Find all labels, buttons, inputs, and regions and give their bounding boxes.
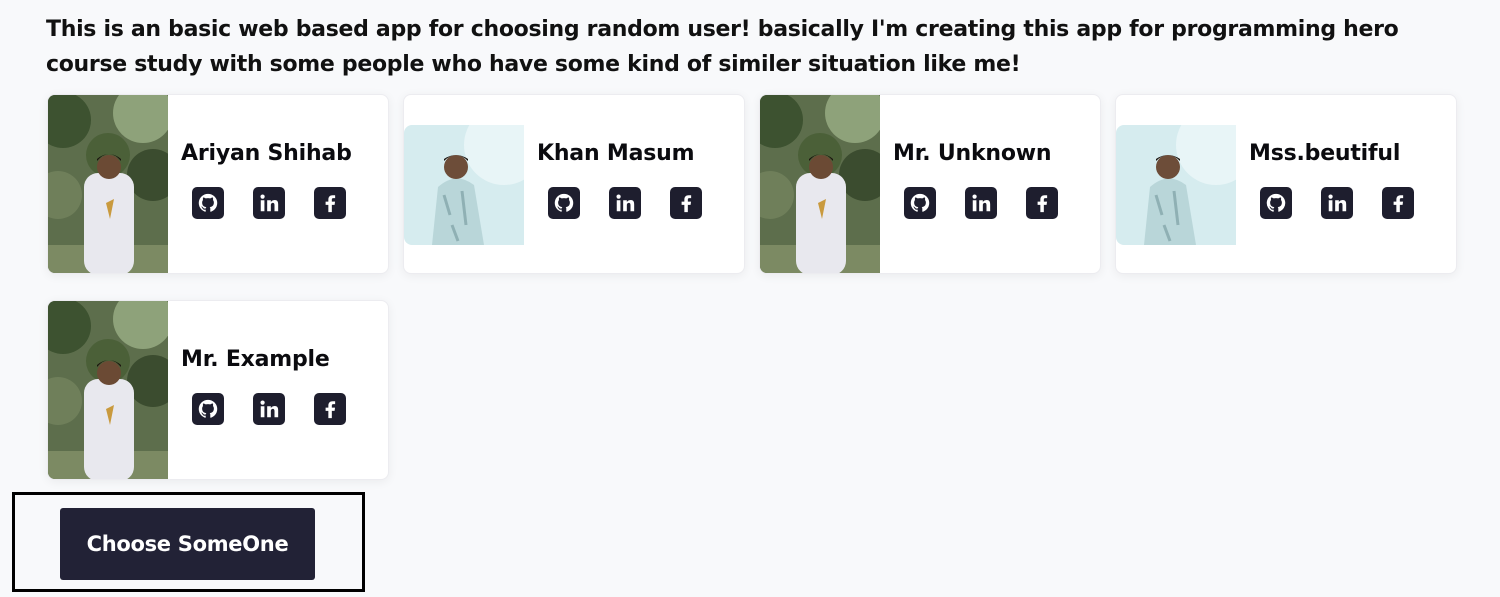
user-name: Khan Masum	[537, 141, 695, 166]
facebook-icon[interactable]	[670, 187, 702, 219]
github-icon[interactable]	[192, 393, 224, 425]
social-links	[548, 187, 702, 219]
github-icon[interactable]	[548, 187, 580, 219]
github-icon[interactable]	[1260, 187, 1292, 219]
user-card: Mr. Example	[47, 300, 389, 480]
facebook-icon[interactable]	[1382, 187, 1414, 219]
linkedin-icon[interactable]	[253, 187, 285, 219]
social-links	[904, 187, 1058, 219]
linkedin-icon[interactable]	[965, 187, 997, 219]
user-photo	[1116, 125, 1236, 245]
facebook-icon[interactable]	[314, 393, 346, 425]
user-photo	[760, 95, 880, 273]
user-photo	[48, 95, 168, 273]
page: This is an basic web based app for choos…	[0, 0, 1500, 597]
social-links	[192, 187, 346, 219]
user-name: Ariyan Shihab	[181, 141, 352, 166]
user-card: Khan Masum	[403, 94, 745, 274]
user-photo	[404, 125, 524, 245]
user-card: Mr. Unknown	[759, 94, 1101, 274]
user-name: Mr. Example	[181, 347, 330, 372]
user-name: Mss.beutiful	[1249, 141, 1401, 166]
social-links	[192, 393, 346, 425]
facebook-icon[interactable]	[1026, 187, 1058, 219]
github-icon[interactable]	[192, 187, 224, 219]
linkedin-icon[interactable]	[1321, 187, 1353, 219]
social-links	[1260, 187, 1414, 219]
user-card: Ariyan Shihab	[47, 94, 389, 274]
user-card: Mss.beutiful	[1115, 94, 1457, 274]
linkedin-icon[interactable]	[609, 187, 641, 219]
intro-text: This is an basic web based app for choos…	[46, 17, 1399, 77]
choose-someone-button[interactable]: Choose SomeOne	[60, 508, 315, 580]
facebook-icon[interactable]	[314, 187, 346, 219]
linkedin-icon[interactable]	[253, 393, 285, 425]
user-photo	[48, 301, 168, 479]
github-icon[interactable]	[904, 187, 936, 219]
user-name: Mr. Unknown	[893, 141, 1052, 166]
